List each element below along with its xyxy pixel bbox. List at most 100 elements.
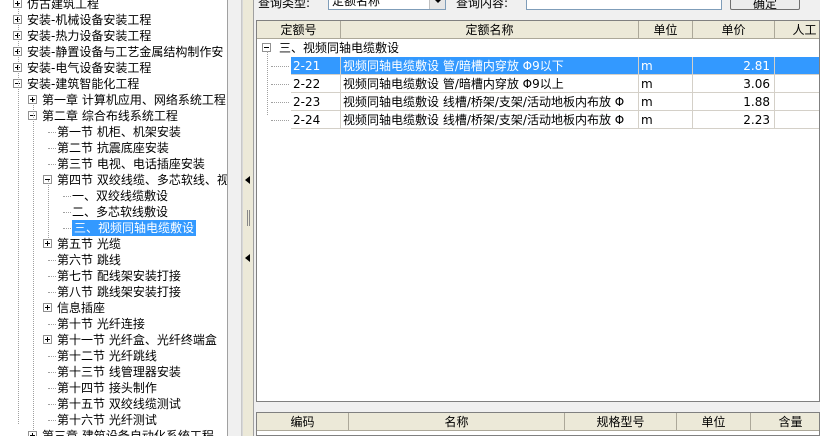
cell-unit: m bbox=[639, 93, 693, 111]
tree-connector bbox=[48, 404, 56, 405]
expand-icon[interactable] bbox=[43, 335, 52, 344]
cell-labor bbox=[775, 111, 819, 129]
collapse-left-arrow-icon[interactable] bbox=[245, 176, 250, 184]
tree-item[interactable]: 第二节 抗震底座安装 bbox=[0, 140, 227, 156]
col-header-name[interactable]: 定额名称 bbox=[341, 21, 639, 39]
group-label: 三、视频同轴电缆敷设 bbox=[279, 41, 400, 55]
col-header-price[interactable]: 单价 bbox=[693, 21, 775, 39]
cell-price: 2.81 bbox=[693, 57, 775, 75]
tree-item[interactable]: 第十六节 光纤测试 bbox=[0, 412, 227, 428]
cell-unit: m bbox=[639, 111, 693, 129]
chapter-tree[interactable]: 仿古建筑工程 安装-机械设备安装工程 安装-热力设备安装工程 安装-静置设备与工艺金属… bbox=[0, 0, 228, 436]
tree-connector bbox=[48, 324, 56, 325]
tree-connector bbox=[48, 164, 56, 165]
panel-splitter[interactable] bbox=[242, 0, 254, 436]
cell-labor bbox=[775, 93, 819, 111]
row-connector bbox=[271, 66, 289, 67]
tree-item-label: 安装-机械设备安装工程 bbox=[27, 13, 152, 27]
col-header-code[interactable]: 定额号 bbox=[257, 21, 341, 39]
tree-item[interactable]: 三、视频同轴电缆敷设 bbox=[0, 220, 227, 236]
tree-item[interactable]: 安装-建筑智能化工程 bbox=[0, 76, 227, 92]
tree-connector bbox=[48, 276, 56, 277]
tree-item[interactable]: 安装-热力设备安装工程 bbox=[0, 28, 227, 44]
tree-item[interactable]: 第一节 机柜、机架安装 bbox=[0, 124, 227, 140]
confirm-button[interactable]: 确定 bbox=[730, 0, 800, 11]
tree-connector bbox=[48, 292, 56, 293]
tree-item-label: 安装-电气设备安装工程 bbox=[27, 61, 152, 75]
query-type-select[interactable]: 定额名称 bbox=[328, 0, 446, 10]
expand-icon[interactable] bbox=[28, 431, 37, 436]
tree-item[interactable]: 第六节 跳线 bbox=[0, 252, 227, 268]
cell-price: 1.88 bbox=[693, 93, 775, 111]
col-header-labor[interactable]: 人工 bbox=[775, 21, 819, 39]
collapse-left-arrow-icon[interactable] bbox=[245, 254, 250, 262]
tree-item[interactable]: 第一章 计算机应用、网络系统工程 bbox=[0, 92, 227, 108]
cell-name: 视频同轴电缆敷设 管/暗槽内穿放 Φ9以上 bbox=[341, 75, 639, 93]
group-row[interactable]: 三、视频同轴电缆敷设 bbox=[257, 39, 819, 57]
expand-icon[interactable] bbox=[43, 239, 52, 248]
cell-code: 2-22 bbox=[291, 75, 341, 93]
tree-item-label: 第八节 跳线架安装打接 bbox=[57, 285, 181, 299]
tree-item[interactable]: 第十五节 双绞线缆测试 bbox=[0, 396, 227, 412]
col-header-material-code[interactable]: 编码 bbox=[257, 413, 349, 431]
tree-item[interactable]: 第十三节 线管理器安装 bbox=[0, 364, 227, 380]
tree-item[interactable]: 第十一节 光纤盒、光纤终端盒 bbox=[0, 332, 227, 348]
tree-connector bbox=[63, 212, 71, 213]
tree-item[interactable]: 安装-机械设备安装工程 bbox=[0, 12, 227, 28]
table-row[interactable]: 2-21 视频同轴电缆敷设 管/暗槽内穿放 Φ9以下 m 2.81 bbox=[257, 57, 819, 75]
tree-connector bbox=[63, 196, 71, 197]
tree-item[interactable]: 仿古建筑工程 bbox=[0, 0, 227, 12]
query-content-input[interactable] bbox=[526, 0, 722, 10]
tree-connector bbox=[48, 388, 56, 389]
tree-item[interactable]: 第十节 光纤连接 bbox=[0, 316, 227, 332]
tree-item-label: 二、多芯软线敷设 bbox=[72, 205, 169, 219]
splitter-grip-icon[interactable] bbox=[247, 210, 250, 226]
tree-item[interactable]: 第二章 综合布线系统工程 bbox=[0, 108, 227, 124]
tree-item-label: 第四节 双绞线缆、多芯软线、视 bbox=[57, 173, 228, 187]
col-header-unit[interactable]: 单位 bbox=[639, 21, 693, 39]
tree-item[interactable]: 第十二节 光纤跳线 bbox=[0, 348, 227, 364]
tree-item-label: 第一节 机柜、机架安装 bbox=[57, 125, 181, 139]
tree-item[interactable]: 第十四节 接头制作 bbox=[0, 380, 227, 396]
tree-item-label: 第二节 抗震底座安装 bbox=[57, 141, 169, 155]
tree-item[interactable]: 信息插座 bbox=[0, 300, 227, 316]
tree-item-label: 第七节 配线架安装打接 bbox=[57, 269, 181, 283]
table-row[interactable]: 2-23 视频同轴电缆敷设 线槽/桥架/支架/活动地板内布放 Φm 1.88 bbox=[257, 93, 819, 111]
tree-item-label: 第十三节 线管理器安装 bbox=[57, 365, 181, 379]
cell-labor bbox=[775, 57, 819, 75]
tree-scrollbar[interactable] bbox=[228, 0, 242, 436]
tree-item[interactable]: 第三章 建筑设备自动化系统工程 bbox=[0, 428, 227, 436]
tree-item[interactable]: 第七节 配线架安装打接 bbox=[0, 268, 227, 284]
tree-item-label: 第一章 计算机应用、网络系统工程 bbox=[42, 93, 226, 107]
col-header-material-name[interactable]: 名称 bbox=[349, 413, 565, 431]
cell-name: 视频同轴电缆敷设 线槽/桥架/支架/活动地板内布放 Φ bbox=[341, 111, 639, 129]
tree-item[interactable]: 安装-静置设备与工艺金属结构制作安 bbox=[0, 44, 227, 60]
cell-price: 3.06 bbox=[693, 75, 775, 93]
tree-item[interactable]: 安装-电气设备安装工程 bbox=[0, 60, 227, 76]
query-bar: 查询类型: 定额名称 查询内容: 确定 bbox=[256, 0, 820, 18]
tree-item-label: 第十一节 光纤盒、光纤终端盒 bbox=[57, 333, 217, 347]
col-header-spec[interactable]: 规格型号 bbox=[565, 413, 677, 431]
table-row[interactable]: 2-24 视频同轴电缆敷设 线槽/桥架/支架/活动地板内布放 Φm 2.23 bbox=[257, 111, 819, 129]
cell-code: 2-24 bbox=[291, 111, 341, 129]
query-type-value: 定额名称 bbox=[332, 0, 381, 8]
tree-item-label: 安装-静置设备与工艺金属结构制作安 bbox=[27, 45, 224, 59]
tree-item[interactable]: 一、双绞线缆敷设 bbox=[0, 188, 227, 204]
tree-item[interactable]: 第四节 双绞线缆、多芯软线、视 bbox=[0, 172, 228, 188]
quota-grid[interactable]: 定额号 定额名称 单位 单价 人工 三、视频同轴电缆敷设 2-21 视频同轴电缆敷… bbox=[256, 20, 820, 402]
col-header-content[interactable]: 含量 bbox=[751, 413, 819, 431]
tree-item-label: 三、视频同轴电缆敷设 bbox=[72, 220, 197, 236]
tree-item[interactable]: 第五节 光缆 bbox=[0, 236, 227, 252]
chevron-down-icon[interactable] bbox=[429, 0, 445, 9]
expand-icon[interactable] bbox=[43, 303, 52, 312]
tree-item-label: 第十四节 接头制作 bbox=[57, 381, 157, 395]
col-header-material-unit[interactable]: 单位 bbox=[677, 413, 751, 431]
material-grid[interactable]: 编码 名称 规格型号 单位 含量 bbox=[256, 412, 820, 436]
tree-item[interactable]: 二、多芯软线敷设 bbox=[0, 204, 227, 220]
tree-item[interactable]: 第三节 电视、电话插座安装 bbox=[0, 156, 227, 172]
tree-item[interactable]: 第八节 跳线架安装打接 bbox=[0, 284, 227, 300]
tree-guide-line bbox=[48, 180, 49, 240]
tree-item-label: 第二章 综合布线系统工程 bbox=[42, 109, 178, 123]
table-row[interactable]: 2-22 视频同轴电缆敷设 管/暗槽内穿放 Φ9以上 m 3.06 bbox=[257, 75, 819, 93]
tree-item-label: 第十五节 双绞线缆测试 bbox=[57, 397, 181, 411]
